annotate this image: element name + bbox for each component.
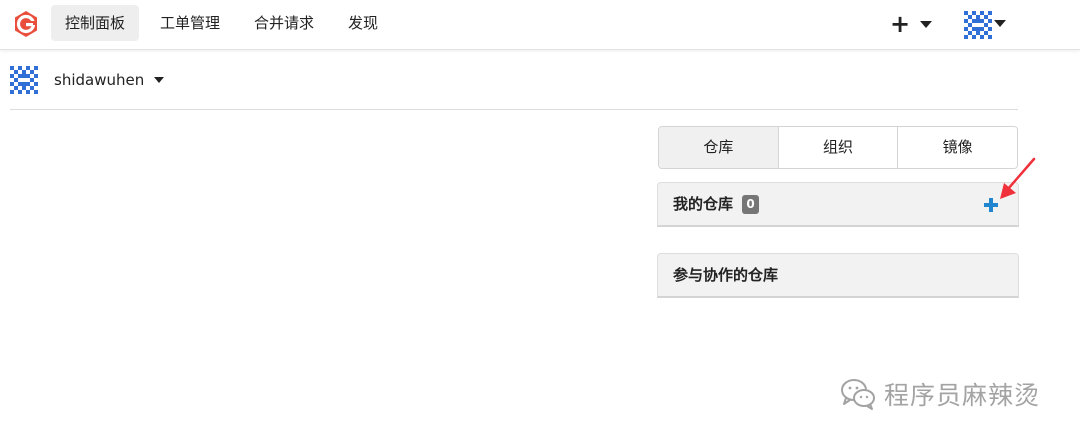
tab-repositories[interactable]: 仓库	[659, 127, 779, 168]
nav-explore[interactable]: 发现	[334, 5, 392, 41]
dashboard-tabs: 仓库 组织 镜像	[658, 126, 1018, 169]
context-user-switcher[interactable]: shidawuhen	[10, 65, 165, 95]
avatar	[964, 11, 992, 39]
create-menu-button[interactable]: +	[890, 10, 933, 38]
nav-pull-requests[interactable]: 合并请求	[240, 5, 328, 41]
repo-count-badge: 0	[742, 195, 759, 214]
my-repositories-header: 我的仓库 0	[657, 182, 1019, 227]
top-navbar: 控制面板 工单管理 合并请求 发现 +	[0, 0, 1080, 50]
watermark: 程序员麻辣烫	[840, 376, 1040, 412]
divider	[10, 109, 1018, 110]
collaborative-repositories-title: 参与协作的仓库	[673, 266, 779, 284]
avatar	[10, 66, 38, 94]
gitea-logo-icon[interactable]	[12, 10, 40, 38]
wechat-icon	[841, 379, 875, 410]
watermark-text: 程序员麻辣烫	[884, 381, 1041, 410]
nav-issues[interactable]: 工单管理	[146, 5, 234, 41]
nav-dashboard[interactable]: 控制面板	[51, 5, 140, 41]
chevron-down-icon	[920, 20, 933, 28]
plus-icon: +	[890, 10, 911, 38]
my-repositories-title: 我的仓库	[673, 195, 734, 213]
context-username: shidawuhen	[54, 71, 145, 89]
collaborative-repositories-header: 参与协作的仓库	[657, 253, 1019, 298]
chevron-down-icon	[994, 19, 1006, 27]
annotation-arrow-icon	[1000, 157, 1036, 199]
chevron-down-icon	[154, 77, 165, 83]
tab-organizations[interactable]: 组织	[778, 127, 899, 168]
user-menu-button[interactable]	[964, 11, 1006, 39]
